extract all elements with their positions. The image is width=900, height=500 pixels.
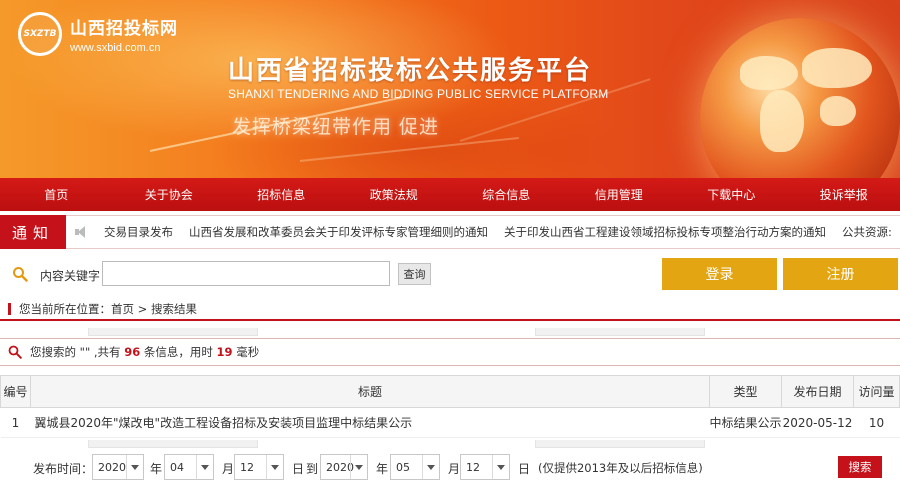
search-label: 内容关键字 [40, 269, 101, 283]
search-input[interactable] [102, 261, 390, 286]
chevron-down-icon [350, 455, 367, 479]
nav-item-complaints[interactable]: 投诉举报 [788, 178, 900, 211]
notice-link[interactable]: 关于印发山西省工程建设领域招标投标专项整治行动方案的通知 [504, 224, 826, 240]
search-row: 内容关键字 查询 登录 注册 [0, 256, 900, 292]
chevron-down-icon [126, 455, 143, 479]
globe-continent [760, 90, 804, 152]
from-year-value: 2020 [98, 460, 126, 474]
notice-bar: 通知 交易目录发布 山西省发展和改革委员会关于印发评标专家管理细则的通知 关于印… [0, 215, 900, 249]
breadcrumb-home-link[interactable]: 首页 [111, 301, 134, 317]
date-search-button[interactable]: 搜索 [838, 456, 882, 478]
login-button[interactable]: 登录 [662, 258, 777, 290]
month-unit-label: 月 [222, 462, 235, 476]
notice-label: 通知 [0, 215, 66, 249]
chevron-down-icon [422, 455, 439, 479]
notice-link[interactable]: 公共资源: [842, 224, 892, 240]
header-banner: SXZTB 山西招投标网 www.sxbid.com.cn 山西省招标投标公共服… [0, 0, 900, 178]
breadcrumb-prefix: 您当前所在位置： [19, 302, 111, 316]
breadcrumb-current: 搜索结果 [150, 302, 197, 316]
chevron-down-icon [266, 455, 283, 479]
search-icon [13, 267, 28, 282]
logo-text: 山西招投标网 www.sxbid.com.cn [70, 14, 178, 54]
globe-continent [802, 48, 872, 88]
search-time: 19 [216, 345, 233, 359]
nav-item-about[interactable]: 关于协会 [113, 178, 226, 211]
filter-label: 发布时间： [33, 462, 94, 476]
date-filter: 发布时间： 2020 年 04 月 12 日 到 2020 年 05 月 12 … [0, 452, 900, 482]
decorative-divider [88, 328, 258, 336]
column-header-views: 访问量 [853, 375, 900, 408]
breadcrumb: 您当前所在位置： 首页 > 搜索结果 [0, 299, 900, 321]
slogan: 发挥桥梁纽带作用 促进 [232, 116, 440, 138]
column-header-number: 编号 [0, 375, 31, 408]
chevron-down-icon [196, 455, 213, 479]
site-name: 山西招投标网 [70, 19, 178, 39]
summary-middle: 条信息，用时 [140, 345, 217, 359]
decorative-divider [535, 440, 705, 448]
nav-item-downloads[interactable]: 下载中心 [675, 178, 788, 211]
site-url: www.sxbid.com.cn [70, 42, 161, 54]
register-button[interactable]: 注册 [783, 258, 898, 290]
nav-item-policy[interactable]: 政策法规 [338, 178, 451, 211]
table-header-row: 编号 标题 类型 发布日期 访问量 [0, 375, 900, 408]
row-number: 1 [0, 407, 31, 438]
from-month-value: 04 [170, 460, 184, 474]
year-unit-label: 年 [376, 462, 389, 476]
day-unit-label: 日 [518, 462, 531, 476]
decorative-divider [88, 440, 258, 448]
from-year-select[interactable]: 2020 [92, 454, 144, 480]
to-label: 到 [306, 462, 319, 476]
notice-link[interactable]: 交易目录发布 [104, 224, 173, 240]
logo-emblem: SXZTB [18, 12, 62, 56]
platform-title: 山西省招标投标公共服务平台 [228, 56, 593, 86]
from-month-select[interactable]: 04 [164, 454, 214, 480]
nav-item-home[interactable]: 首页 [0, 178, 113, 211]
summary-prefix: 您搜索的 "" ,共有 [30, 345, 125, 359]
notice-marquee: 交易目录发布 山西省发展和改革委员会关于印发评标专家管理细则的通知 关于印发山西… [96, 224, 900, 240]
column-header-date: 发布日期 [781, 375, 854, 408]
row-title-link[interactable]: 翼城县2020年"煤改电"改造工程设备招标及安装项目监理中标结果公示 [30, 407, 710, 438]
column-header-title: 标题 [30, 375, 710, 408]
notice-link[interactable]: 山西省发展和改革委员会关于印发评标专家管理细则的通知 [189, 224, 488, 240]
decorative-divider [535, 328, 705, 336]
nav-item-credit[interactable]: 信用管理 [563, 178, 676, 211]
speaker-icon [74, 225, 90, 239]
filter-note: (仅提供2013年及以后招标信息) [538, 461, 703, 475]
to-day-value: 12 [466, 460, 480, 474]
search-icon [8, 345, 22, 359]
to-month-value: 05 [396, 460, 410, 474]
globe-continent [740, 56, 798, 90]
to-day-select[interactable]: 12 [460, 454, 510, 480]
breadcrumb-separator: > [134, 302, 151, 316]
result-summary: 您搜索的 "" ,共有 96 条信息，用时 19 毫秒 [0, 338, 900, 366]
results-table: 编号 标题 类型 发布日期 访问量 1 翼城县2020年"煤改电"改造工程设备招… [0, 375, 900, 438]
summary-suffix: 毫秒 [232, 345, 260, 359]
column-header-type: 类型 [709, 375, 782, 408]
nav-item-general-info[interactable]: 综合信息 [450, 178, 563, 211]
breadcrumb-marker [8, 303, 11, 315]
year-unit-label: 年 [150, 462, 163, 476]
row-views: 10 [853, 407, 900, 438]
month-unit-label: 月 [448, 462, 461, 476]
row-date: 2020-05-12 [781, 407, 854, 438]
globe-continent [820, 96, 856, 126]
day-unit-label: 日 [292, 462, 305, 476]
main-nav: 首页 关于协会 招标信息 政策法规 综合信息 信用管理 下载中心 投诉举报 [0, 178, 900, 211]
result-count: 96 [124, 345, 141, 359]
nav-item-tender-info[interactable]: 招标信息 [225, 178, 338, 211]
site-logo[interactable]: SXZTB 山西招投标网 www.sxbid.com.cn [18, 12, 178, 56]
chevron-down-icon [492, 455, 509, 479]
row-type: 中标结果公示 [709, 407, 782, 438]
to-year-select[interactable]: 2020 [320, 454, 368, 480]
query-button[interactable]: 查询 [398, 263, 431, 285]
from-day-value: 12 [240, 460, 254, 474]
to-month-select[interactable]: 05 [390, 454, 440, 480]
platform-subtitle: SHANXI TENDERING AND BIDDING PUBLIC SERV… [228, 87, 609, 101]
table-row[interactable]: 1 翼城县2020年"煤改电"改造工程设备招标及安装项目监理中标结果公示 中标结… [0, 407, 900, 438]
from-day-select[interactable]: 12 [234, 454, 284, 480]
